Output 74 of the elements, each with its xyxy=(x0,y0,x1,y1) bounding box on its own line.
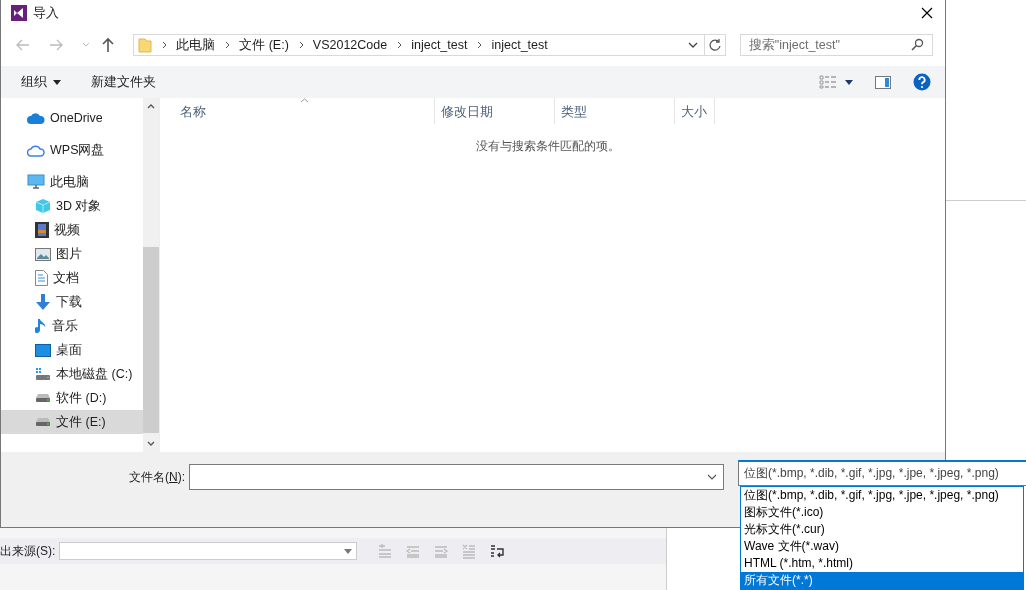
empty-message: 没有与搜索条件匹配的项。 xyxy=(474,138,621,155)
help-icon[interactable] xyxy=(913,73,931,91)
chevron-right-icon xyxy=(298,41,305,49)
document-icon xyxy=(35,270,48,286)
close-icon[interactable] xyxy=(921,7,933,19)
navigation-item[interactable]: OneDrive xyxy=(1,106,143,130)
dropdown-option[interactable]: HTML (*.htm, *.html) xyxy=(741,555,1023,572)
breadcrumb[interactable]: inject_test xyxy=(411,38,468,52)
caret-icon xyxy=(53,79,61,85)
column-header[interactable]: 修改日期 xyxy=(435,98,555,124)
breadcrumb[interactable]: VS2012Code xyxy=(312,38,388,52)
download-arrow-icon xyxy=(35,294,51,310)
column-header[interactable]: 类型 xyxy=(555,98,675,124)
chevron-right-icon xyxy=(477,41,484,49)
navigation-item[interactable]: 下载 xyxy=(1,290,143,314)
app-logo-icon xyxy=(11,5,27,21)
drive-icon xyxy=(35,393,51,403)
word-wrap-icon[interactable] xyxy=(489,543,506,559)
chevron-right-icon xyxy=(225,41,232,49)
search-field[interactable]: 搜索"inject_test" xyxy=(739,34,933,56)
source-label: 出来源(S): xyxy=(0,542,56,560)
dropdown-option[interactable]: 所有文件(*.*) xyxy=(741,572,1023,589)
picture-icon xyxy=(35,247,51,261)
navigation-item[interactable]: WPS网盘 xyxy=(1,138,143,162)
chevron-down-icon[interactable] xyxy=(707,474,717,480)
navigation-item[interactable]: 文件 (E:) xyxy=(1,410,143,434)
window-title: 导入 xyxy=(33,4,59,22)
navigation-item[interactable]: 桌面 xyxy=(1,338,143,362)
cube-icon xyxy=(35,198,51,214)
breadcrumb[interactable]: 此电脑 xyxy=(176,36,216,54)
dropdown-option[interactable]: Wave 文件(*.wav) xyxy=(741,538,1023,555)
file-name-label: 文件名(N): xyxy=(128,469,186,486)
file-type-dropdown[interactable]: 位图(*.bmp, *.dib, *.gif, *.jpg, *.jpe, *.jpeg, *.png) xyxy=(738,460,1026,486)
breadcrumb[interactable]: 文件 (E:) xyxy=(239,36,289,54)
dropdown-option[interactable]: 光标文件(*.cur) xyxy=(741,521,1023,538)
search-icon xyxy=(910,38,924,52)
preview-pane-icon[interactable] xyxy=(875,75,891,89)
cloud-icon xyxy=(27,112,45,124)
film-icon xyxy=(35,222,49,238)
navigation-item[interactable]: 此电脑 xyxy=(1,170,143,194)
refresh-icon xyxy=(707,38,722,52)
caret-icon xyxy=(344,548,353,554)
dropdown-option[interactable]: 图标文件(*.ico) xyxy=(741,504,1023,521)
file-name-combo[interactable] xyxy=(189,464,724,490)
chevron-down-icon[interactable] xyxy=(687,42,698,48)
dropdown-option[interactable]: 位图(*.bmp, *.dib, *.gif, *.jpg, *.jpe, *.jpeg, *.png) xyxy=(741,487,1023,504)
address-bar[interactable]: 此电脑 文件 (E:) VS2012Code inject_test inject_test xyxy=(133,34,726,56)
column-header[interactable]: 名称 xyxy=(160,98,435,124)
navigation-item[interactable]: 文档 xyxy=(1,266,143,290)
drive-icon xyxy=(35,367,51,381)
navigation-item[interactable]: 本地磁盘 (C:) xyxy=(1,362,143,386)
chevron-right-icon xyxy=(162,41,169,49)
organize-menu-button[interactable]: 组织 xyxy=(13,69,69,95)
sort-caret-icon xyxy=(300,98,309,103)
drive-icon xyxy=(35,417,51,427)
navigation-item[interactable]: 图片 xyxy=(1,242,143,266)
new-folder-button[interactable]: 新建文件夹 xyxy=(83,69,164,95)
column-header[interactable]: 大小 xyxy=(675,98,715,124)
scrollbar-thumb[interactable] xyxy=(143,247,159,433)
chevron-right-icon xyxy=(397,41,404,49)
cloud-icon xyxy=(27,143,45,157)
scroll-down-icon[interactable] xyxy=(147,441,155,446)
navigation-item[interactable]: 音乐 xyxy=(1,314,143,338)
navigation-item[interactable]: 3D 对象 xyxy=(1,194,143,218)
desktop-icon xyxy=(35,343,51,357)
scrollbar[interactable] xyxy=(143,98,159,452)
navigation-item[interactable]: 软件 (D:) xyxy=(1,386,143,410)
breadcrumb[interactable]: inject_test xyxy=(491,38,548,52)
caret-icon[interactable] xyxy=(845,79,853,85)
monitor-icon xyxy=(27,174,45,190)
scroll-up-icon[interactable] xyxy=(147,104,155,109)
music-note-icon xyxy=(35,318,47,334)
navigation-item[interactable]: 视频 xyxy=(1,218,143,242)
folder-icon xyxy=(138,37,153,53)
